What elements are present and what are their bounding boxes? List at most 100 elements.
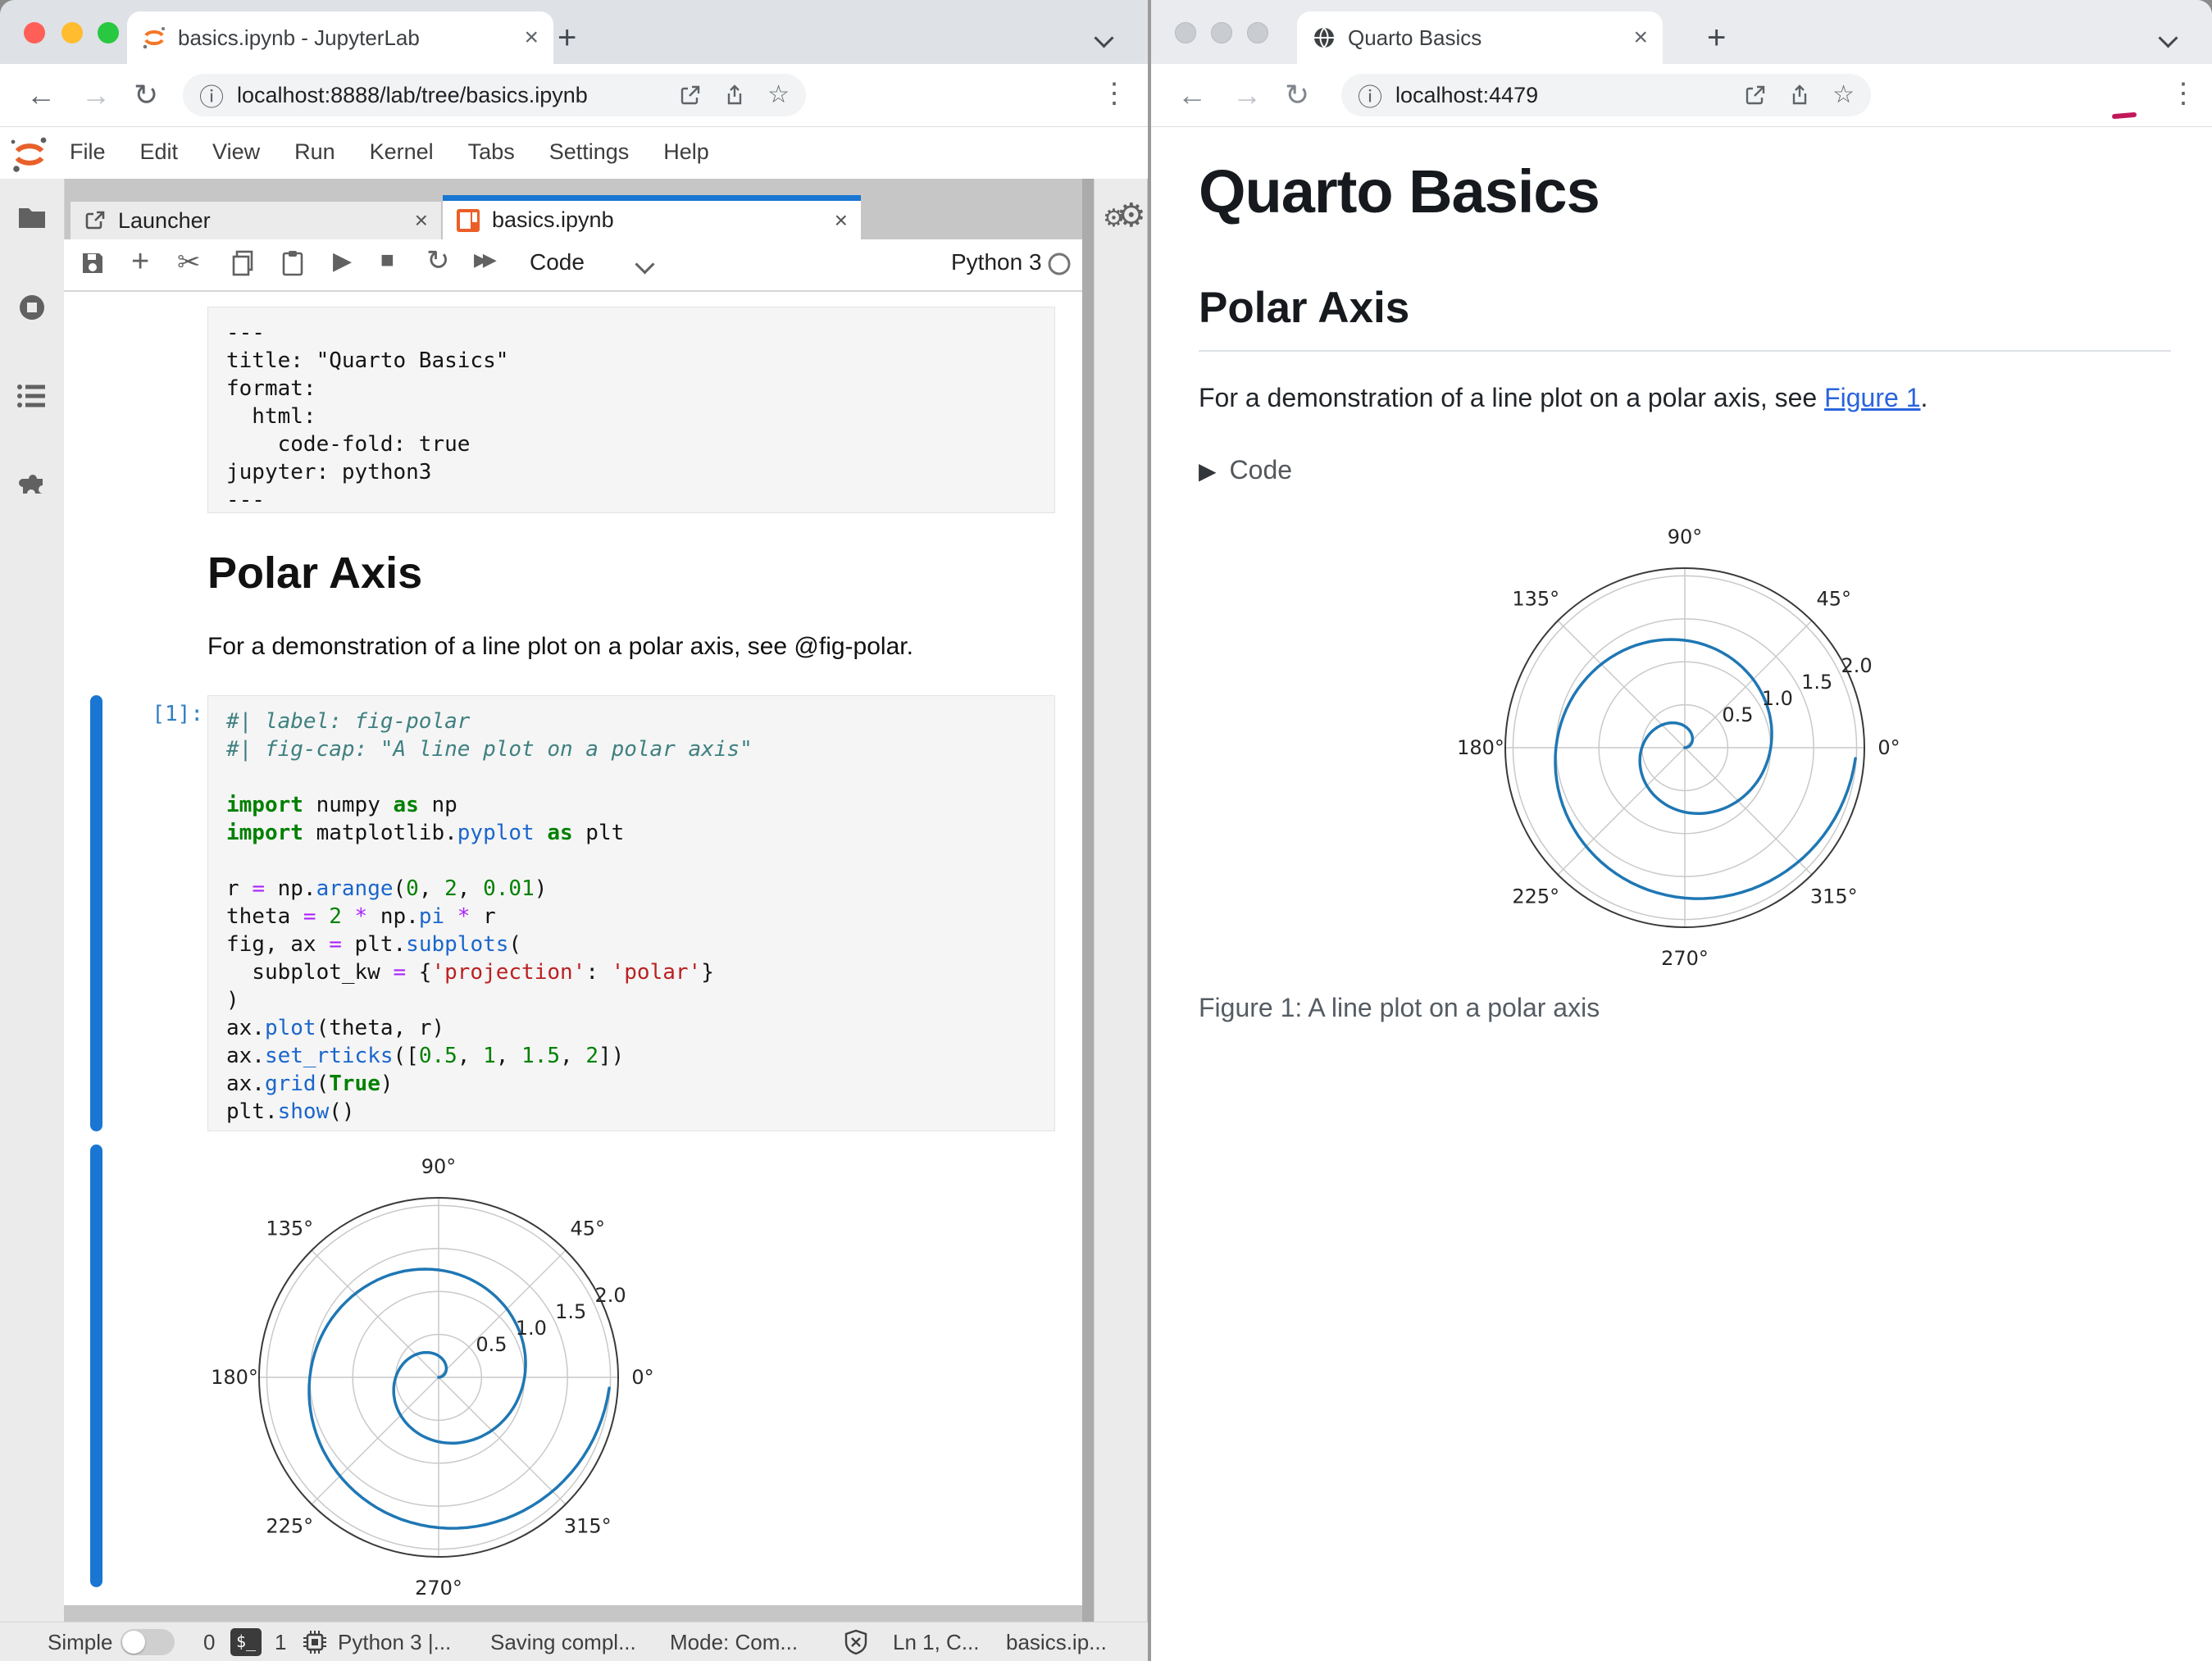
save-icon[interactable]: [79, 249, 107, 277]
kernel-name[interactable]: Python 3: [951, 249, 1042, 275]
dock-tab-notebook[interactable]: basics.ipynb ×: [443, 195, 861, 239]
close-window-button[interactable]: [24, 22, 45, 43]
yaml-line: format:: [226, 376, 316, 401]
code-cell[interactable]: #| label: fig-polar #| fig-cap: "A line p…: [207, 695, 1055, 1131]
tab-title: basics.ipynb - JupyterLab: [178, 25, 420, 50]
new-tab-button[interactable]: +: [558, 21, 576, 54]
svg-text:135°: 135°: [266, 1217, 313, 1240]
code-editor[interactable]: #| label: fig-polar #| fig-cap: "A line p…: [226, 708, 1036, 1126]
reload-icon[interactable]: ↻: [1285, 75, 1309, 115]
yaml-line: code-fold: true: [226, 432, 471, 457]
jupyterlab-browser-window: basics.ipynb - JupyterLab × + ← → ↻ ⓘ lo…: [0, 0, 1148, 1661]
code-cell-collapser[interactable]: [90, 695, 102, 1131]
code-line: import numpy as np: [226, 793, 457, 817]
svg-text:180°: 180°: [1457, 736, 1504, 759]
browser-menu-icon[interactable]: ⋮: [1100, 77, 1128, 110]
back-icon[interactable]: ←: [26, 75, 56, 115]
svg-text:45°: 45°: [570, 1217, 605, 1240]
kernel-status-icon[interactable]: [1046, 251, 1072, 277]
figure-link[interactable]: Figure 1: [1824, 383, 1920, 412]
markdown-paragraph: For a demonstration of a line plot on a …: [207, 633, 913, 660]
tab-search-chevron-icon[interactable]: [1094, 28, 1114, 48]
output-collapser[interactable]: [90, 1144, 102, 1587]
share-icon[interactable]: [723, 84, 746, 107]
address-bar[interactable]: ⓘ localhost:4479 ☆: [1341, 74, 1871, 116]
zoom-window-button[interactable]: [98, 22, 119, 43]
kernel-status-text[interactable]: Python 3 |...: [338, 1630, 451, 1655]
cursor-position[interactable]: Ln 1, C...: [893, 1630, 980, 1655]
profile-badge-icon: [2111, 111, 2137, 120]
share-icon[interactable]: [1788, 84, 1811, 107]
bookmark-star-icon[interactable]: ☆: [767, 83, 790, 107]
tab-search-chevron-icon[interactable]: [2158, 28, 2178, 48]
notebook-scrollbar[interactable]: [1082, 179, 1094, 1622]
file-browser-icon[interactable]: [16, 202, 48, 233]
site-info-icon[interactable]: ⓘ: [1358, 77, 1382, 113]
reload-icon[interactable]: ↻: [134, 75, 158, 115]
interrupt-kernel-icon[interactable]: ■: [380, 247, 394, 273]
url-text[interactable]: localhost:4479: [1395, 83, 1723, 108]
jupyterlab-statusbar: Simple 0 $_ 1 Python 3 |... Saving compl…: [0, 1622, 1148, 1661]
open-in-new-icon[interactable]: [1744, 84, 1767, 107]
quarto-page: Quarto Basics Polar Axis For a demonstra…: [1151, 127, 2212, 1661]
menu-item-file[interactable]: File: [52, 128, 123, 165]
diagnostics-icon[interactable]: [843, 1629, 869, 1655]
svg-text:1.0: 1.0: [1762, 687, 1793, 710]
close-tab-icon[interactable]: ×: [524, 25, 539, 50]
bookmark-star-icon[interactable]: ☆: [1832, 83, 1855, 107]
notebook-content[interactable]: --- title: "Quarto Basics" format: html: c…: [64, 292, 1082, 1605]
jupyter-logo: [11, 137, 47, 172]
close-tab-icon[interactable]: ×: [1633, 25, 1648, 50]
new-tab-button[interactable]: +: [1707, 21, 1726, 54]
minimize-window-button[interactable]: [61, 22, 83, 43]
svg-text:270°: 270°: [415, 1577, 462, 1600]
kernels-count: 1: [275, 1630, 287, 1654]
polar-figure: 0° 45° 90° 135° 180° 225° 270° 315° 0.5 1.0 1.5 2.0: [1457, 526, 1900, 970]
url-text[interactable]: localhost:8888/lab/tree/basics.ipynb: [237, 83, 658, 108]
browser-tab-quarto[interactable]: Quarto Basics ×: [1297, 11, 1663, 64]
cell-type-dropdown[interactable]: Code: [530, 249, 585, 275]
restart-kernel-icon[interactable]: ↻: [426, 244, 450, 277]
extension-manager-icon[interactable]: [16, 467, 48, 498]
restart-run-all-icon[interactable]: ▶▶: [474, 249, 497, 271]
dock-tab-launcher[interactable]: Launcher ×: [71, 202, 441, 239]
browser-menu-icon[interactable]: ⋮: [2169, 77, 2197, 110]
paragraph-period: .: [1920, 383, 1928, 412]
forward-icon[interactable]: →: [81, 75, 111, 115]
raw-cell-yaml[interactable]: --- title: "Quarto Basics" format: html: c…: [207, 307, 1055, 513]
mode-indicator[interactable]: Mode: Com...: [670, 1630, 798, 1655]
copy-cells-icon[interactable]: [230, 249, 257, 277]
svg-text:1.0: 1.0: [516, 1317, 547, 1340]
menu-item-run[interactable]: Run: [277, 128, 353, 165]
back-icon[interactable]: ←: [1177, 75, 1207, 115]
menu-item-settings[interactable]: Settings: [532, 128, 647, 165]
close-window-button[interactable]: [1175, 22, 1196, 43]
menu-item-help[interactable]: Help: [646, 128, 726, 165]
address-bar[interactable]: ⓘ localhost:8888/lab/tree/basics.ipynb ☆: [183, 74, 806, 116]
close-launcher-tab-icon[interactable]: ×: [415, 207, 428, 234]
zoom-window-button[interactable]: [1247, 22, 1268, 43]
forward-icon[interactable]: →: [1232, 75, 1262, 115]
site-info-icon[interactable]: ⓘ: [199, 77, 224, 113]
minimize-window-button[interactable]: [1211, 22, 1232, 43]
cut-cells-icon[interactable]: ✂: [177, 246, 201, 279]
cell-type-chevron-icon[interactable]: [635, 254, 655, 275]
simple-mode-toggle[interactable]: [121, 1629, 175, 1655]
running-kernels-icon[interactable]: [16, 292, 48, 323]
paste-cells-icon[interactable]: [279, 249, 307, 277]
property-inspector-gears-icon[interactable]: ⚙⚙: [1103, 197, 1146, 234]
menu-item-edit[interactable]: Edit: [123, 128, 196, 165]
run-cell-icon[interactable]: ▶: [333, 247, 352, 275]
table-of-contents-icon[interactable]: [16, 380, 48, 412]
code-fold-summary[interactable]: ▶ Code: [1199, 455, 1292, 485]
browser-tab-jupyterlab[interactable]: basics.ipynb - JupyterLab ×: [127, 11, 553, 64]
code-line: r = np.arange(0, 2, 0.01): [226, 876, 548, 901]
close-notebook-tab-icon[interactable]: ×: [835, 207, 848, 234]
globe-favicon: [1314, 27, 1334, 48]
open-in-new-icon[interactable]: [679, 84, 702, 107]
add-cell-icon[interactable]: +: [131, 244, 149, 280]
tab-title: Quarto Basics: [1348, 25, 1482, 50]
menu-item-tabs[interactable]: Tabs: [451, 128, 532, 165]
menu-item-kernel[interactable]: Kernel: [353, 128, 451, 165]
menu-item-view[interactable]: View: [195, 128, 277, 165]
